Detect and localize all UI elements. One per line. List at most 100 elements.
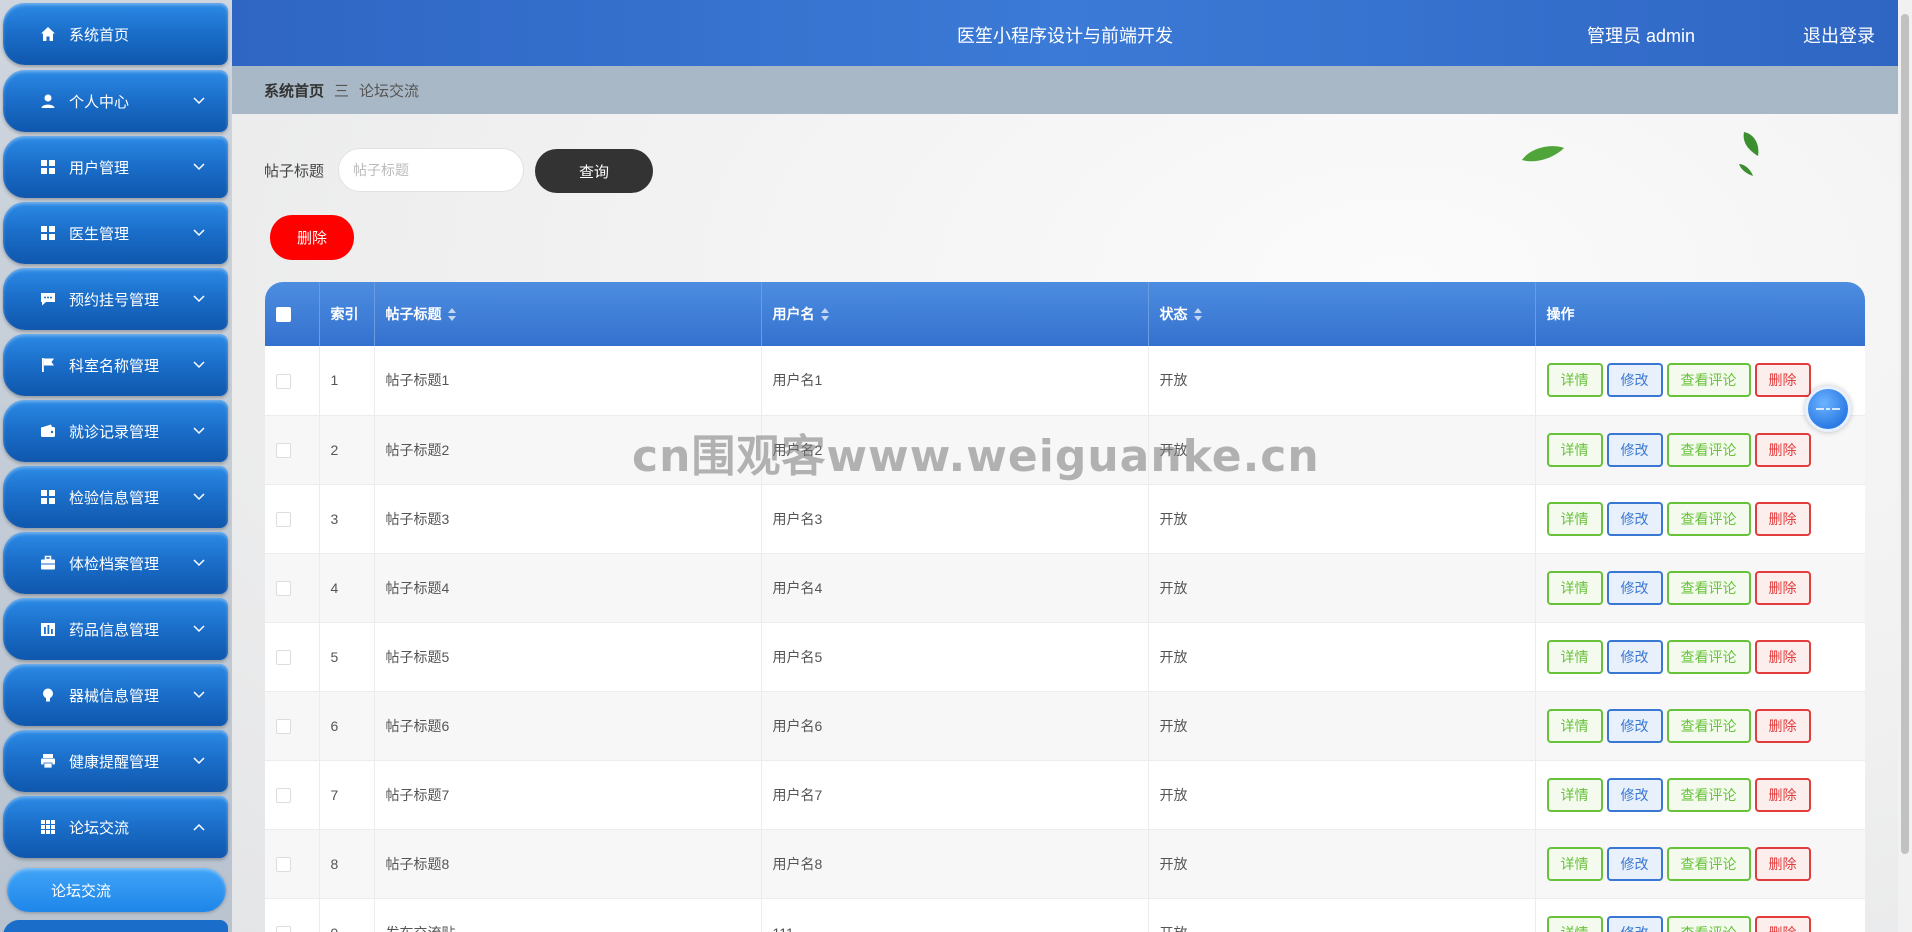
detail-button[interactable]: 详情 — [1546, 432, 1603, 467]
table-row: 7 帖子标题7 用户名7 开放 详情 修改 查看评论 删除 — [265, 760, 1865, 830]
row-delete-button[interactable]: 删除 — [1754, 777, 1811, 812]
sidebar-item-departments[interactable]: 科室名称管理 — [3, 334, 228, 396]
chevron-down-icon — [192, 358, 206, 372]
sort-icon[interactable] — [447, 308, 457, 322]
row-delete-button[interactable]: 删除 — [1754, 501, 1811, 536]
cell-user: 111 — [761, 898, 1149, 932]
row-delete-button[interactable]: 删除 — [1754, 915, 1811, 932]
row-checkbox[interactable] — [276, 649, 291, 665]
edit-button[interactable]: 修改 — [1606, 570, 1663, 605]
cell-user: 用户名2 — [761, 415, 1149, 485]
sidebar-item-drugs[interactable]: 药品信息管理 — [3, 598, 228, 660]
row-checkbox[interactable] — [276, 787, 291, 803]
grid-icon — [39, 488, 57, 506]
row-delete-button[interactable]: 删除 — [1754, 363, 1811, 398]
view-comments-button[interactable]: 查看评论 — [1666, 432, 1751, 467]
view-comments-button[interactable]: 查看评论 — [1666, 708, 1751, 743]
view-comments-button[interactable]: 查看评论 — [1666, 501, 1751, 536]
sidebar-item-doctors[interactable]: 医生管理 — [3, 202, 228, 264]
sidebar-item-label: 健康提醒管理 — [69, 753, 160, 771]
floating-action-button[interactable] — [1805, 386, 1851, 432]
row-checkbox[interactable] — [276, 718, 291, 734]
scrollbar-thumb[interactable] — [1901, 14, 1909, 854]
edit-button[interactable]: 修改 — [1606, 708, 1663, 743]
delete-button[interactable]: 删除 — [270, 215, 354, 260]
sort-icon[interactable] — [1193, 308, 1203, 322]
detail-button[interactable]: 详情 — [1546, 777, 1603, 812]
cell-actions: 详情修改查看评论删除 — [1535, 829, 1865, 899]
cell-title: 帖子标题8 — [374, 829, 762, 899]
table-row: 5 帖子标题5 用户名5 开放 详情 修改 查看评论 删除 — [265, 622, 1865, 692]
row-checkbox[interactable] — [276, 373, 291, 389]
row-checkbox[interactable] — [276, 580, 291, 596]
sidebar-item-equipment[interactable]: 器械信息管理 — [3, 664, 228, 726]
view-comments-button[interactable]: 查看评论 — [1666, 639, 1751, 674]
row-checkbox[interactable] — [276, 442, 291, 458]
detail-button[interactable]: 详情 — [1546, 639, 1603, 674]
sidebar: 系统首页 个人中心 用户管理 医生管理 预约挂号管理 科室名称管理 就诊记录管理… — [0, 0, 232, 932]
edit-button[interactable]: 修改 — [1606, 639, 1663, 674]
row-checkbox[interactable] — [276, 511, 291, 527]
edit-button[interactable]: 修改 — [1606, 363, 1663, 398]
chevron-down-icon — [192, 94, 206, 108]
view-comments-button[interactable]: 查看评论 — [1666, 777, 1751, 812]
edit-button[interactable]: 修改 — [1606, 846, 1663, 881]
home-icon — [39, 25, 57, 43]
sidebar-item-profile[interactable]: 个人中心 — [3, 70, 228, 132]
cell-status: 开放 — [1148, 691, 1536, 761]
cell-user: 用户名8 — [761, 829, 1149, 899]
sidebar-item-appointments[interactable]: 预约挂号管理 — [3, 268, 228, 330]
cell-title: 帖子标题4 — [374, 553, 762, 623]
detail-button[interactable]: 详情 — [1546, 363, 1603, 398]
sidebar-item-inspections[interactable]: 检验信息管理 — [3, 466, 228, 528]
sidebar-item-visits[interactable]: 就诊记录管理 — [3, 400, 228, 462]
bulb-icon — [39, 686, 57, 704]
chevron-down-icon — [192, 226, 206, 240]
column-header-status[interactable]: 状态 — [1148, 282, 1536, 346]
row-delete-button[interactable]: 删除 — [1754, 639, 1811, 674]
row-delete-button[interactable]: 删除 — [1754, 570, 1811, 605]
view-comments-button[interactable]: 查看评论 — [1666, 915, 1751, 932]
sidebar-item-next[interactable] — [3, 920, 228, 932]
sidebar-item-reminders[interactable]: 健康提醒管理 — [3, 730, 228, 792]
logout-link[interactable]: 退出登录 — [1803, 22, 1875, 48]
cell-user: 用户名5 — [761, 622, 1149, 692]
table-row: 1 帖子标题1 用户名1 开放 详情 修改 查看评论 删除 — [265, 346, 1865, 416]
row-delete-button[interactable]: 删除 — [1754, 708, 1811, 743]
breadcrumb-home[interactable]: 系统首页 — [264, 80, 324, 101]
table-row: 9发布交流贴111开放详情修改查看评论删除 — [265, 898, 1865, 932]
view-comments-button[interactable]: 查看评论 — [1666, 363, 1751, 398]
sidebar-item-label: 科室名称管理 — [69, 357, 160, 375]
query-button[interactable]: 查询 — [535, 149, 653, 193]
edit-button[interactable]: 修改 — [1606, 501, 1663, 536]
view-comments-button[interactable]: 查看评论 — [1666, 570, 1751, 605]
search-input[interactable] — [338, 148, 524, 192]
sidebar-item-checkups[interactable]: 体检档案管理 — [3, 532, 228, 594]
view-comments-button[interactable]: 查看评论 — [1666, 846, 1751, 881]
detail-button[interactable]: 详情 — [1546, 915, 1603, 932]
page-scrollbar[interactable] — [1898, 0, 1912, 932]
detail-button[interactable]: 详情 — [1546, 501, 1603, 536]
row-checkbox[interactable] — [276, 856, 291, 872]
chevron-down-icon — [192, 424, 206, 438]
sidebar-item-forum[interactable]: 论坛交流 — [3, 796, 228, 858]
edit-button[interactable]: 修改 — [1606, 915, 1663, 932]
edit-button[interactable]: 修改 — [1606, 777, 1663, 812]
sort-icon[interactable] — [820, 308, 830, 322]
column-header-user[interactable]: 用户名 — [761, 282, 1149, 346]
detail-button[interactable]: 详情 — [1546, 570, 1603, 605]
sidebar-subitem-forum[interactable]: 论坛交流 — [7, 868, 226, 912]
detail-button[interactable]: 详情 — [1546, 708, 1603, 743]
column-header-title[interactable]: 帖子标题 — [374, 282, 762, 346]
edit-button[interactable]: 修改 — [1606, 432, 1663, 467]
detail-button[interactable]: 详情 — [1546, 846, 1603, 881]
cell-index: 1 — [319, 346, 375, 416]
row-checkbox[interactable] — [276, 925, 291, 932]
sidebar-item-users[interactable]: 用户管理 — [3, 136, 228, 198]
sidebar-item-home[interactable]: 系统首页 — [3, 3, 228, 65]
select-all-checkbox[interactable] — [276, 307, 291, 323]
leaf-decoration-icon — [1522, 146, 1564, 162]
briefcase-icon — [39, 554, 57, 572]
row-delete-button[interactable]: 删除 — [1754, 432, 1811, 467]
row-delete-button[interactable]: 删除 — [1754, 846, 1811, 881]
